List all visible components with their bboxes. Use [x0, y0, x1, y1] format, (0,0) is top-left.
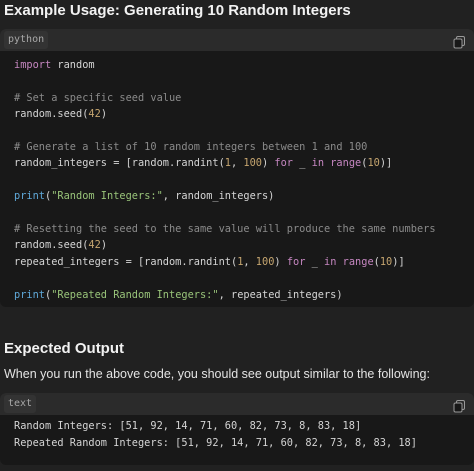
code-block-text: text Random Integers: [51, 92, 14, 71, 6… — [0, 393, 474, 465]
code-token: for — [286, 255, 306, 268]
section-title-expected-output: Expected Output — [4, 340, 125, 357]
code-token: random.seed( — [14, 108, 89, 121]
code-token: _ — [293, 157, 312, 170]
code-token: )] — [379, 157, 393, 170]
code-line: print("Repeated Random Integers:", repea… — [14, 288, 343, 302]
code-token: in — [324, 255, 337, 268]
copy-icon[interactable] — [453, 36, 466, 49]
code-line: # Generate a list of 10 random integers … — [14, 140, 367, 154]
code-token: # Generate a list of 10 random integers … — [14, 141, 368, 153]
code-token: ) — [274, 255, 287, 268]
code-token: Random Integers: [51, 92, 14, 71, 60, 82… — [14, 420, 362, 432]
code-token: import — [14, 59, 52, 71]
code-line: repeated_integers = [random.randint(1, 1… — [14, 255, 405, 269]
code-token: "Repeated Random Integers:" — [51, 288, 219, 301]
copy-icon[interactable] — [453, 400, 466, 413]
code-token: for — [274, 157, 294, 170]
code-token: Repeated Random Integers: [51, 92, 14, 7… — [14, 437, 417, 449]
description-text: When you run the above code, you should … — [4, 367, 430, 381]
code-token: # Set a specific seed value — [14, 91, 182, 104]
code-token: , — [230, 157, 244, 170]
code-token: 10 — [367, 157, 380, 170]
section-title-example: Example Usage: Generating 10 Random Inte… — [4, 2, 351, 19]
code-token: ) — [100, 108, 108, 121]
code-header: text — [0, 393, 474, 415]
code-line: random_integers = [random.randint(1, 100… — [14, 156, 392, 170]
code-token: random — [51, 59, 95, 71]
code-token: "Random Integers:" — [51, 190, 163, 203]
code-token: 10 — [379, 255, 393, 268]
code-token: 42 — [88, 239, 101, 252]
code-token: random.seed( — [14, 239, 89, 252]
code-token: range — [330, 157, 362, 170]
code-token: 100 — [255, 255, 275, 268]
code-token: random_integers = [random.randint( — [14, 157, 225, 170]
code-token: , — [243, 255, 256, 268]
code-line: Repeated Random Integers: [51, 92, 14, 7… — [14, 436, 417, 450]
language-label: text — [4, 395, 37, 413]
code-token: ) — [100, 239, 108, 252]
code-token: in — [311, 157, 325, 170]
code-line: random.seed(42) — [14, 107, 107, 121]
code-block-python: python import random # Set a specific see… — [0, 29, 474, 307]
code-token: 42 — [88, 108, 101, 121]
code-token: 100 — [243, 157, 262, 170]
code-token: # Resetting the seed to the same value w… — [14, 223, 436, 235]
code-token: _ — [305, 255, 325, 268]
code-token: range — [342, 255, 374, 268]
code-token: ) — [262, 157, 275, 170]
code-token: repeated_integers = [random.randint( — [14, 255, 238, 268]
code-header: python — [0, 29, 474, 51]
code-token: print — [14, 190, 45, 203]
code-line: print("Random Integers:", random_integer… — [14, 189, 274, 203]
language-label: python — [4, 31, 49, 49]
code-token: print — [14, 288, 45, 301]
code-token: , random_integers) — [162, 190, 275, 203]
code-token: )] — [392, 255, 405, 268]
code-line: import random — [14, 58, 95, 72]
code-token: , repeated_integers) — [218, 288, 343, 301]
code-line: random.seed(42) — [14, 238, 107, 252]
code-line: Random Integers: [51, 92, 14, 71, 60, 82… — [14, 419, 361, 433]
code-line: # Set a specific seed value — [14, 91, 181, 105]
code-line: # Resetting the seed to the same value w… — [14, 222, 436, 236]
